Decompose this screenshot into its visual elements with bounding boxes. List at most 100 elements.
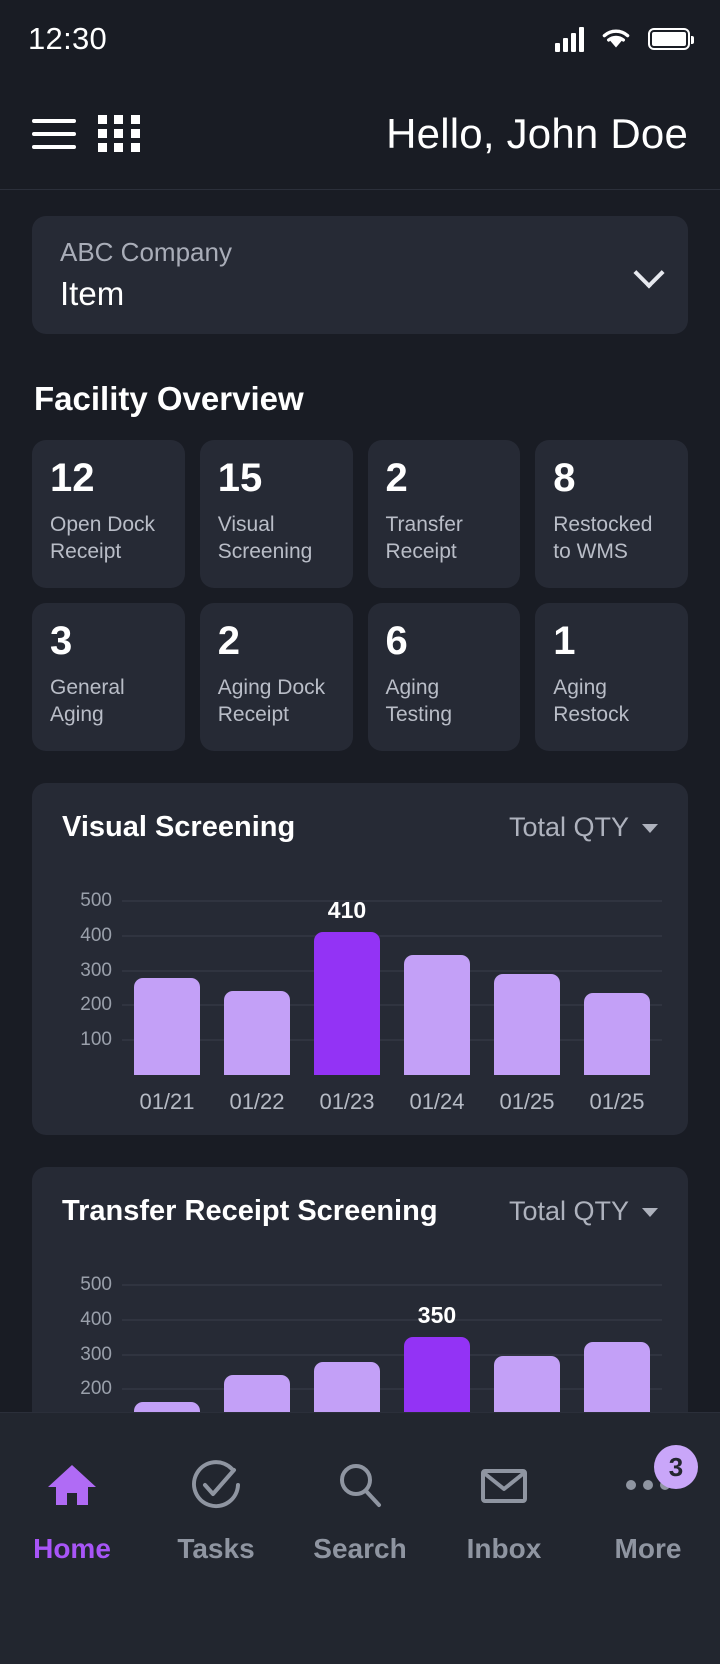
chart-x-axis: 01/21 01/22 01/23 01/24 01/25 01/25	[122, 1089, 666, 1115]
facility-overview-title: Facility Overview	[34, 380, 304, 417]
stat-label: Aging Restock	[553, 676, 630, 726]
battery-full-icon	[648, 28, 694, 50]
chart-y-tick: 500	[80, 1273, 112, 1295]
home-icon	[44, 1457, 100, 1513]
chart-metric-label: Total QTY	[508, 1196, 629, 1226]
chart-bar[interactable]	[133, 977, 200, 1075]
stat-value: 1	[553, 619, 576, 663]
status-icons	[555, 24, 694, 55]
chart-plot-area: 500 400 300 200 100 410	[54, 880, 666, 1075]
hamburger-menu-icon[interactable]	[32, 118, 76, 149]
stat-value: 3	[50, 619, 73, 663]
chart-y-tick: 200	[80, 1378, 112, 1400]
chart-y-tick: 400	[80, 1308, 112, 1330]
check-circle-icon	[188, 1457, 244, 1513]
chart-y-tick: 400	[80, 924, 112, 946]
nav-label-more: More	[614, 1533, 682, 1564]
nav-item-home[interactable]: Home	[0, 1457, 144, 1565]
chart-data-label: 350	[417, 1302, 457, 1329]
envelope-icon	[476, 1457, 532, 1513]
stat-value: 2	[385, 456, 408, 500]
chart-y-tick: 500	[80, 889, 112, 911]
chart-title: Transfer Receipt Screening	[62, 1195, 438, 1227]
chart-bar[interactable]	[583, 993, 650, 1075]
stat-label: Aging Dock Receipt	[217, 676, 326, 726]
page-title: Hello, John Doe	[386, 109, 688, 157]
nav-item-tasks[interactable]: Tasks	[144, 1457, 288, 1565]
chart-bar-slot	[218, 880, 296, 1075]
ellipsis-icon: 3	[620, 1445, 698, 1513]
grid-apps-icon[interactable]	[98, 115, 142, 152]
wifi-icon	[599, 24, 633, 55]
chart-header: Visual Screening Total QTY	[54, 811, 666, 844]
company-select[interactable]: ABC Company Item	[32, 216, 688, 334]
stat-card[interactable]: 8 Restocked to WMS	[535, 440, 688, 588]
stat-label: Transfer Receipt	[385, 513, 463, 563]
cellular-signal-icon	[555, 26, 584, 52]
app-header: Hello, John Doe	[0, 78, 720, 190]
chart-y-axis: 500 400 300 200 100	[54, 880, 112, 1075]
stat-card[interactable]: 2 Aging Dock Receipt	[199, 603, 353, 751]
chart-y-tick: 200	[80, 994, 112, 1016]
stat-value: 8	[553, 456, 576, 500]
nav-item-inbox[interactable]: Inbox	[432, 1457, 576, 1565]
chart-metric-selector[interactable]: Total QTY	[509, 1196, 658, 1227]
stat-card[interactable]: 3 General Aging	[32, 603, 185, 751]
chart-bar-slot	[578, 880, 656, 1075]
company-select-value: Item	[60, 274, 125, 312]
bottom-navigation: Home Tasks Search Inbox 3 More	[0, 1412, 720, 1664]
company-select-label: ABC Company	[60, 237, 232, 267]
chart-x-tick: 01/25	[499, 1089, 555, 1114]
chart-header: Transfer Receipt Screening Total QTY	[54, 1195, 666, 1228]
chart-metric-label: Total QTY	[508, 812, 629, 842]
stat-card[interactable]: 2 Transfer Receipt	[367, 440, 521, 588]
chart-y-tick: 300	[80, 1343, 112, 1365]
stat-label: Aging Testing	[385, 676, 453, 726]
main-content: ABC Company Item Facility Overview 12 Op…	[0, 216, 720, 1519]
chart-card-visual-screening: Visual Screening Total QTY 500 400 300 200 1…	[32, 783, 688, 1135]
chart-bar[interactable]	[313, 932, 380, 1075]
stat-value: 15	[217, 456, 263, 500]
nav-label-home: Home	[33, 1533, 111, 1564]
chart-y-tick: 300	[80, 959, 112, 981]
chart-bars: 410	[122, 880, 662, 1075]
caret-down-icon	[642, 824, 658, 834]
stat-label: General Aging	[50, 676, 125, 726]
chart-bar-slot	[128, 880, 206, 1075]
chevron-down-icon[interactable]	[636, 260, 662, 286]
chart-bar-slot: 410	[308, 880, 386, 1075]
nav-label-tasks: Tasks	[177, 1533, 255, 1564]
company-select-texts: ABC Company Item	[60, 237, 636, 313]
stat-value: 12	[50, 456, 95, 500]
chart-x-tick: 01/25	[589, 1089, 645, 1114]
nav-badge-more: 3	[654, 1445, 698, 1489]
chart-bar[interactable]	[403, 954, 470, 1075]
nav-label-inbox: Inbox	[466, 1533, 542, 1564]
facility-stat-grid: 12 Open Dock Receipt 15 Visual Screening…	[32, 440, 688, 751]
chart-metric-selector[interactable]: Total QTY	[509, 812, 658, 843]
search-icon	[332, 1457, 388, 1513]
nav-label-search: Search	[313, 1533, 407, 1564]
stat-card[interactable]: 1 Aging Restock	[535, 603, 688, 751]
chart-x-tick: 01/22	[229, 1089, 285, 1114]
nav-item-more[interactable]: 3 More	[576, 1445, 720, 1565]
stat-card[interactable]: 15 Visual Screening	[199, 440, 353, 588]
chart-x-tick: 01/24	[409, 1089, 465, 1114]
chart-bar[interactable]	[493, 974, 560, 1075]
stat-label: Visual Screening	[217, 513, 313, 563]
chart-y-tick: 100	[80, 1029, 112, 1051]
status-bar: 12:30	[0, 0, 720, 78]
stat-value: 6	[385, 619, 408, 663]
chart-x-tick: 01/21	[139, 1089, 195, 1114]
caret-down-icon	[642, 1208, 658, 1218]
chart-bar-slot	[398, 880, 476, 1075]
chart-bar-slot	[488, 880, 566, 1075]
chart-data-label: 410	[327, 897, 367, 924]
chart-bar[interactable]	[223, 991, 290, 1075]
stat-label: Restocked to WMS	[553, 513, 653, 563]
stat-card[interactable]: 12 Open Dock Receipt	[32, 440, 185, 588]
nav-item-search[interactable]: Search	[288, 1457, 432, 1565]
stat-card[interactable]: 6 Aging Testing	[367, 603, 521, 751]
stat-value: 2	[217, 619, 240, 663]
chart-x-tick: 01/23	[319, 1089, 375, 1114]
